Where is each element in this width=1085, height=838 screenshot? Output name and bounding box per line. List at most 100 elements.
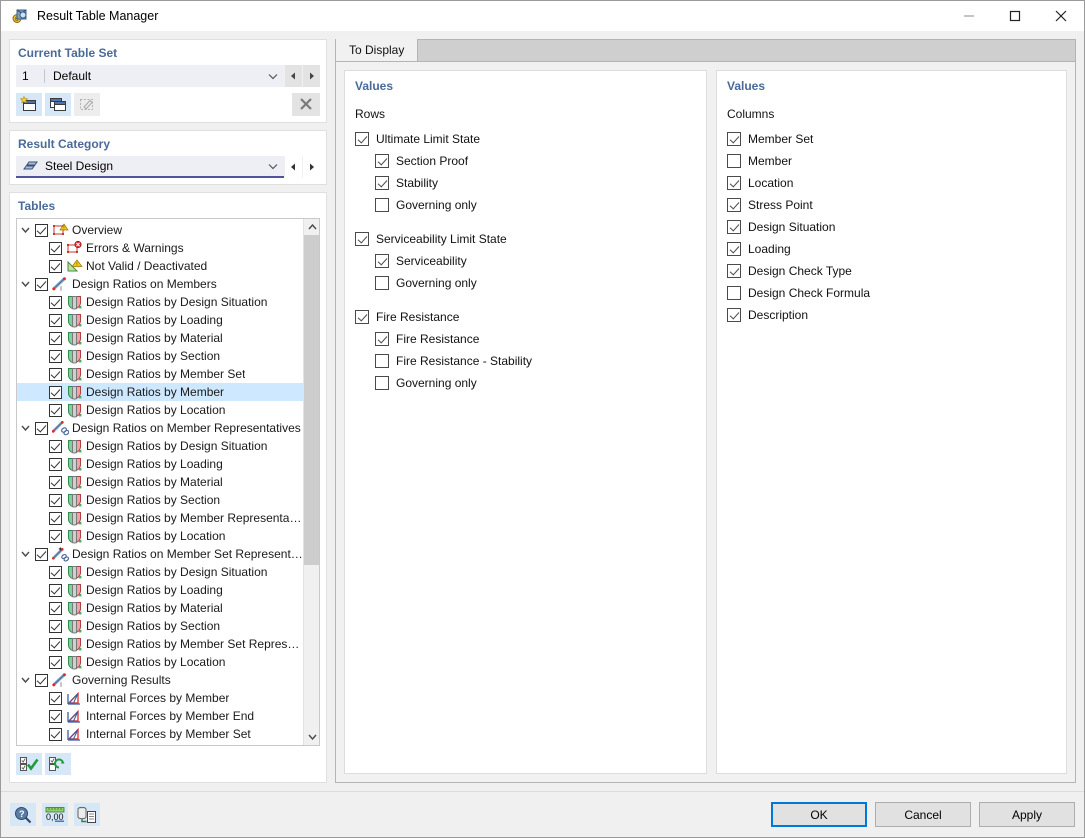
tree-item-checkbox[interactable] bbox=[49, 691, 62, 705]
columns-checkbox-item[interactable]: Description bbox=[727, 304, 1056, 326]
chevron-down-icon[interactable] bbox=[21, 227, 35, 233]
tree-item-checkbox[interactable] bbox=[49, 655, 62, 669]
columns-checkbox-item[interactable]: Stress Point bbox=[727, 194, 1056, 216]
tree-item-checkbox[interactable] bbox=[49, 709, 62, 723]
ok-button[interactable]: OK bbox=[771, 802, 867, 827]
apply-button[interactable]: Apply bbox=[979, 802, 1075, 827]
close-button[interactable] bbox=[1038, 1, 1084, 31]
checkbox[interactable] bbox=[355, 132, 369, 146]
tree-item[interactable]: Design Ratios by Loading bbox=[17, 455, 303, 473]
columns-checkbox-item[interactable]: Design Situation bbox=[727, 216, 1056, 238]
maximize-button[interactable] bbox=[992, 1, 1038, 31]
tree-item-checkbox[interactable] bbox=[49, 493, 62, 507]
chevron-down-icon[interactable] bbox=[21, 677, 35, 683]
tree-item-checkbox[interactable] bbox=[35, 223, 48, 237]
rows-checkbox-item[interactable]: Governing only bbox=[355, 194, 696, 216]
rows-checkbox-item[interactable]: Ultimate Limit State bbox=[355, 128, 696, 150]
rows-checkbox-item[interactable]: Governing only bbox=[355, 372, 696, 394]
tree-item[interactable]: Design Ratios by Section bbox=[17, 347, 303, 365]
checkbox[interactable] bbox=[375, 176, 389, 190]
tree-item[interactable]: Design Ratios by Member Set Represen... bbox=[17, 635, 303, 653]
tree-scrollbar[interactable] bbox=[303, 219, 319, 745]
export-document-icon[interactable] bbox=[74, 803, 100, 826]
tree-item-checkbox[interactable] bbox=[49, 349, 62, 363]
checkbox[interactable] bbox=[727, 308, 741, 322]
chevron-down-icon[interactable] bbox=[21, 551, 35, 557]
tree-item-checkbox[interactable] bbox=[49, 475, 62, 489]
tree-item[interactable]: Design Ratios by Section bbox=[17, 491, 303, 509]
tree-item[interactable]: Design Ratios by Member Set bbox=[17, 365, 303, 383]
columns-checkbox-item[interactable]: Design Check Formula bbox=[727, 282, 1056, 304]
delete-table-set-button[interactable] bbox=[292, 92, 320, 116]
tree-item-checkbox[interactable] bbox=[49, 403, 62, 417]
tree-item-checkbox[interactable] bbox=[35, 421, 48, 435]
tree-item-checkbox[interactable] bbox=[49, 331, 62, 345]
tree-item-checkbox[interactable] bbox=[49, 259, 62, 273]
scrollbar-thumb[interactable] bbox=[304, 235, 319, 565]
tree-item[interactable]: Design Ratios by Loading bbox=[17, 581, 303, 599]
columns-checkbox-item[interactable]: Location bbox=[727, 172, 1056, 194]
rows-checkbox-item[interactable]: Fire Resistance bbox=[355, 328, 696, 350]
checkbox[interactable] bbox=[727, 198, 741, 212]
tree-item[interactable]: Design Ratios by Design Situation bbox=[17, 437, 303, 455]
checkbox[interactable] bbox=[727, 154, 741, 168]
table-set-prev-button[interactable] bbox=[284, 65, 302, 87]
checkbox[interactable] bbox=[375, 198, 389, 212]
tree-item-checkbox[interactable] bbox=[49, 313, 62, 327]
tree-item-checkbox[interactable] bbox=[49, 583, 62, 597]
tree-item[interactable]: Design Ratios by Material bbox=[17, 329, 303, 347]
checkbox[interactable] bbox=[727, 132, 741, 146]
checkbox[interactable] bbox=[375, 354, 389, 368]
tree-item-checkbox[interactable] bbox=[35, 547, 48, 561]
checkbox[interactable] bbox=[375, 376, 389, 390]
rows-checkbox-item[interactable]: Serviceability Limit State bbox=[355, 228, 696, 250]
chevron-down-icon[interactable] bbox=[21, 281, 35, 287]
columns-checkbox-item[interactable]: Loading bbox=[727, 238, 1056, 260]
tree-item[interactable]: Design Ratios by Design Situation bbox=[17, 563, 303, 581]
help-magnifier-icon[interactable]: ? bbox=[10, 803, 36, 826]
tree-item-checkbox[interactable] bbox=[49, 439, 62, 453]
tree-item[interactable]: Internal Forces by Member bbox=[17, 689, 303, 707]
tree-item[interactable]: Design Ratios on Member Set Representati… bbox=[17, 545, 303, 563]
tree-item[interactable]: Design Ratios on Member Representatives bbox=[17, 419, 303, 437]
tab-to-display[interactable]: To Display bbox=[336, 39, 419, 61]
chevron-down-icon[interactable] bbox=[21, 425, 35, 431]
result-category-prev-button[interactable] bbox=[284, 156, 302, 178]
tree-item[interactable]: Design Ratios by Material bbox=[17, 599, 303, 617]
tree-item-checkbox[interactable] bbox=[49, 601, 62, 615]
checkbox[interactable] bbox=[727, 264, 741, 278]
checkbox[interactable] bbox=[727, 242, 741, 256]
chevron-down-icon[interactable] bbox=[262, 163, 284, 170]
checkbox[interactable] bbox=[727, 220, 741, 234]
tree-item-checkbox[interactable] bbox=[35, 277, 48, 291]
checkbox[interactable] bbox=[355, 310, 369, 324]
checkbox[interactable] bbox=[727, 176, 741, 190]
checkbox[interactable] bbox=[727, 286, 741, 300]
tree-item[interactable]: I Design Ratios on Members bbox=[17, 275, 303, 293]
tree-item[interactable]: Internal Forces by Member Set bbox=[17, 725, 303, 743]
tree-item[interactable]: I Governing Results bbox=[17, 671, 303, 689]
table-set-next-button[interactable] bbox=[302, 65, 320, 87]
columns-checkbox-item[interactable]: Member bbox=[727, 150, 1056, 172]
tree-item[interactable]: Design Ratios by Section bbox=[17, 617, 303, 635]
tree-item[interactable]: Design Ratios by Loading bbox=[17, 311, 303, 329]
tree-item-checkbox[interactable] bbox=[35, 673, 48, 687]
tree-item[interactable]: Internal Forces by Member Set End bbox=[17, 743, 303, 745]
rows-checkbox-item[interactable]: Fire Resistance bbox=[355, 306, 696, 328]
tree-item[interactable]: ! Not Valid / Deactivated bbox=[17, 257, 303, 275]
tree-item-checkbox[interactable] bbox=[49, 565, 62, 579]
tree-item[interactable]: Design Ratios by Member bbox=[17, 383, 303, 401]
minimize-button[interactable] bbox=[946, 1, 992, 31]
tree-item-checkbox[interactable] bbox=[49, 385, 62, 399]
columns-checkbox-item[interactable]: Member Set bbox=[727, 128, 1056, 150]
units-decimal-icon[interactable]: 0,00 bbox=[42, 803, 68, 826]
tree-item[interactable]: ! Overview bbox=[17, 221, 303, 239]
tree-item[interactable]: Design Ratios by Location bbox=[17, 653, 303, 671]
scroll-down-icon[interactable] bbox=[304, 729, 319, 745]
rows-checkbox-item[interactable]: Fire Resistance - Stability bbox=[355, 350, 696, 372]
tree-item-checkbox[interactable] bbox=[49, 295, 62, 309]
checkbox[interactable] bbox=[375, 154, 389, 168]
rows-checkbox-item[interactable]: Serviceability bbox=[355, 250, 696, 272]
tree-item[interactable]: Design Ratios by Location bbox=[17, 527, 303, 545]
rows-checkbox-item[interactable]: Section Proof bbox=[355, 150, 696, 172]
